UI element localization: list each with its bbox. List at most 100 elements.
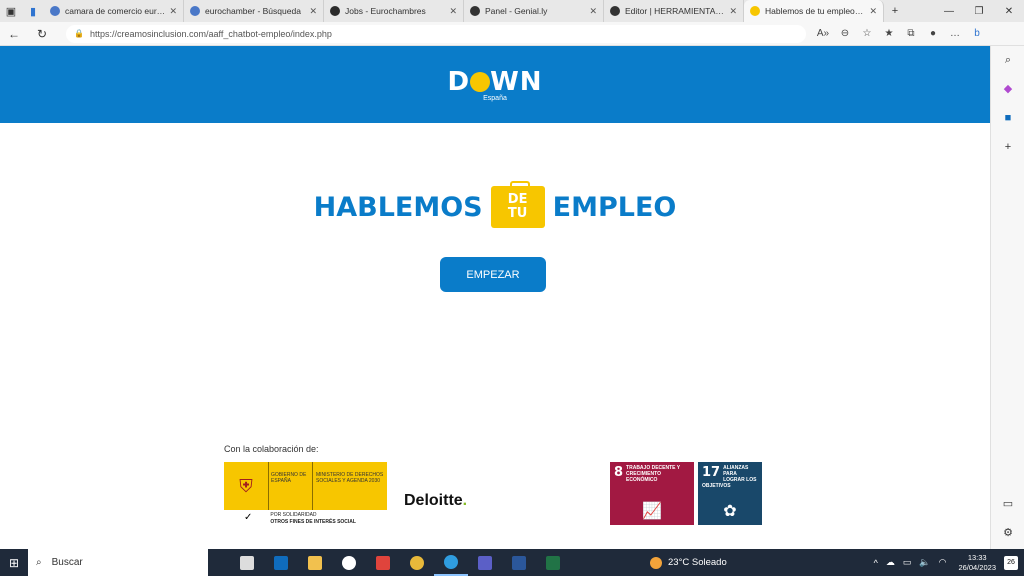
ministry-text: MINISTERIO DE DERECHOS SOCIALES Y AGENDA… [312, 462, 387, 510]
browser-tab-active[interactable]: Hablemos de tu empleo - D ✕ [744, 0, 884, 22]
task-view-icon[interactable] [230, 549, 264, 576]
browser-tab[interactable]: Editor | HERRAMIENTAS DI ✕ [604, 0, 744, 22]
clock-date: 26/04/2023 [958, 562, 996, 572]
read-aloud-icon[interactable]: A» [812, 28, 834, 39]
system-tray: ^ ☁ ▭ 🔈 ◠ 13:33 26/04/2023 26 [870, 553, 1024, 573]
solidarity-text: OTROS FINES DE INTERÉS SOCIAL [270, 519, 356, 525]
search-icon [190, 6, 200, 16]
cloud-icon[interactable]: ☁ [886, 557, 895, 568]
badge-text: TU [507, 206, 528, 221]
close-tab-icon[interactable]: ✕ [589, 6, 597, 17]
bing-icon[interactable]: b [966, 28, 988, 39]
deloitte-logo: Deloitte. [404, 492, 467, 510]
taskbar-search[interactable]: ⌕ Buscar [28, 549, 208, 576]
volume-icon[interactable]: 🔈 [919, 557, 930, 568]
logo-text: D [447, 67, 471, 97]
hero-word: HABLEMOS [313, 191, 483, 223]
excel-icon[interactable] [536, 549, 570, 576]
outlook-icon[interactable]: ■ [991, 104, 1024, 133]
copilot-icon[interactable]: ◆ [991, 75, 1024, 104]
weather-widget[interactable]: 23°C Soleado [650, 556, 727, 569]
solidarity-text: POR SOLIDARIDAD [270, 512, 317, 518]
flower-icon: ✿ [723, 503, 737, 520]
close-tab-icon[interactable]: ✕ [169, 6, 177, 17]
add-icon[interactable]: + [991, 133, 1024, 162]
close-tab-icon[interactable]: ✕ [729, 6, 737, 17]
refresh-icon[interactable]: ↻ [28, 27, 56, 41]
url-field[interactable]: 🔒 https://creamosinclusion.com/aaff_chat… [66, 24, 806, 43]
edge-icon[interactable] [434, 549, 468, 576]
down-logo[interactable]: D WN [447, 67, 542, 97]
new-tab-icon[interactable]: + [884, 0, 906, 22]
tab-title: Panel - Genial.ly [485, 6, 548, 16]
notification-badge[interactable]: 26 [1004, 555, 1018, 570]
page-content: D WN España HABLEMOS DE TU EMPLEO EMPEZAR… [0, 46, 990, 549]
profile-avatar-icon[interactable]: ● [922, 28, 944, 39]
search-icon[interactable]: ⌕ [991, 46, 1024, 75]
clock-time: 13:33 [967, 552, 987, 562]
start-button[interactable]: EMPEZAR [440, 257, 546, 292]
window-controls: — ❐ ✕ [934, 6, 1024, 17]
window-menu-icon[interactable]: ▣ [0, 0, 22, 22]
display-icon[interactable]: ▭ [903, 557, 912, 568]
search-icon: ⌕ [36, 557, 42, 568]
collections-icon[interactable]: ⧉ [900, 28, 922, 39]
solidarity-note: ✓ POR SOLIDARIDAD OTROS FINES DE INTERÉS… [244, 512, 356, 526]
address-tools: A» ⊖ ☆ ★ ⧉ ● … b [812, 28, 988, 39]
sdg-8-badge: 8 TRABAJO DECENTE Y CRECIMIENTO ECONÓMIC… [610, 462, 694, 525]
hero-title: HABLEMOS DE TU EMPLEO [0, 181, 990, 228]
browser-tab[interactable]: Panel - Genial.ly ✕ [464, 0, 604, 22]
address-bar: ← ↻ 🔒 https://creamosinclusion.com/aaff_… [0, 22, 1024, 46]
lock-icon[interactable]: 🔒 [74, 29, 84, 38]
clock[interactable]: 13:33 26/04/2023 [958, 553, 996, 573]
zoom-icon[interactable]: ⊖ [834, 28, 856, 39]
sidebar-toggle-icon[interactable]: ▭ [991, 490, 1024, 519]
close-tab-icon[interactable]: ✕ [869, 6, 877, 17]
favorite-icon[interactable]: ☆ [856, 28, 878, 39]
dell-icon[interactable] [332, 549, 366, 576]
site-header: D WN España [0, 46, 990, 123]
word-icon[interactable] [502, 549, 536, 576]
chevron-up-icon[interactable]: ^ [874, 558, 878, 568]
sdg-number: 8 [614, 465, 624, 480]
close-tab-icon[interactable]: ✕ [449, 6, 457, 17]
close-tab-icon[interactable]: ✕ [309, 6, 317, 17]
tab-title: Hablemos de tu empleo - D [765, 6, 866, 16]
government-logo: ⛨ GOBIERNO DE ESPAÑA MINISTERIO DE DEREC… [224, 462, 387, 510]
collab-label: Con la colaboración de: [224, 444, 319, 454]
tab-title: Jobs - Eurochambres [345, 6, 426, 16]
outlook-icon[interactable] [264, 549, 298, 576]
more-icon[interactable]: … [944, 28, 966, 39]
weather-text: 23°C Soleado [668, 557, 727, 568]
file-explorer-icon[interactable] [298, 549, 332, 576]
settings-icon[interactable]: ⚙ [991, 519, 1024, 548]
chrome-icon[interactable] [400, 549, 434, 576]
search-placeholder: Buscar [51, 557, 83, 568]
back-icon[interactable]: ← [0, 27, 28, 41]
gov-text: GOBIERNO DE ESPAÑA [268, 462, 312, 510]
smile-icon [470, 72, 491, 92]
browser-tab[interactable]: eurochamber - Búsqueda ✕ [184, 0, 324, 22]
windows-start-icon[interactable]: ⊞ [0, 556, 28, 570]
site-icon [610, 6, 620, 16]
browser-tab[interactable]: Jobs - Eurochambres ✕ [324, 0, 464, 22]
favorites-icon[interactable]: ★ [878, 28, 900, 39]
sdg-17-badge: 17 ALIANZAS PARA LOGRAR LOS OBJETIVOS ✿ [698, 462, 762, 525]
deloitte-dot: . [462, 492, 468, 509]
workspaces-icon[interactable]: ▮ [22, 0, 44, 22]
close-window-icon[interactable]: ✕ [994, 6, 1024, 17]
browser-tab[interactable]: camara de comercio europ ✕ [44, 0, 184, 22]
minimize-icon[interactable]: — [934, 6, 964, 17]
search-icon [50, 6, 60, 16]
restore-icon[interactable]: ❐ [964, 6, 994, 17]
url-text: https://creamosinclusion.com/aaff_chatbo… [89, 28, 332, 39]
logo-text: WN [490, 67, 543, 97]
teams-icon[interactable] [468, 549, 502, 576]
deloitte-text: Deloitte [404, 492, 463, 509]
anydesk-icon[interactable] [366, 549, 400, 576]
tab-title: camara de comercio europ [65, 6, 166, 16]
wifi-icon[interactable]: ◠ [939, 557, 947, 568]
taskbar: ⊞ ⌕ Buscar 23°C Soleado ^ ☁ ▭ 🔈 ◠ 13:33 … [0, 549, 1024, 576]
badge-text: DE [507, 192, 528, 207]
sdg-text: TRABAJO DECENTE Y CRECIMIENTO ECONÓMICO [626, 465, 681, 483]
